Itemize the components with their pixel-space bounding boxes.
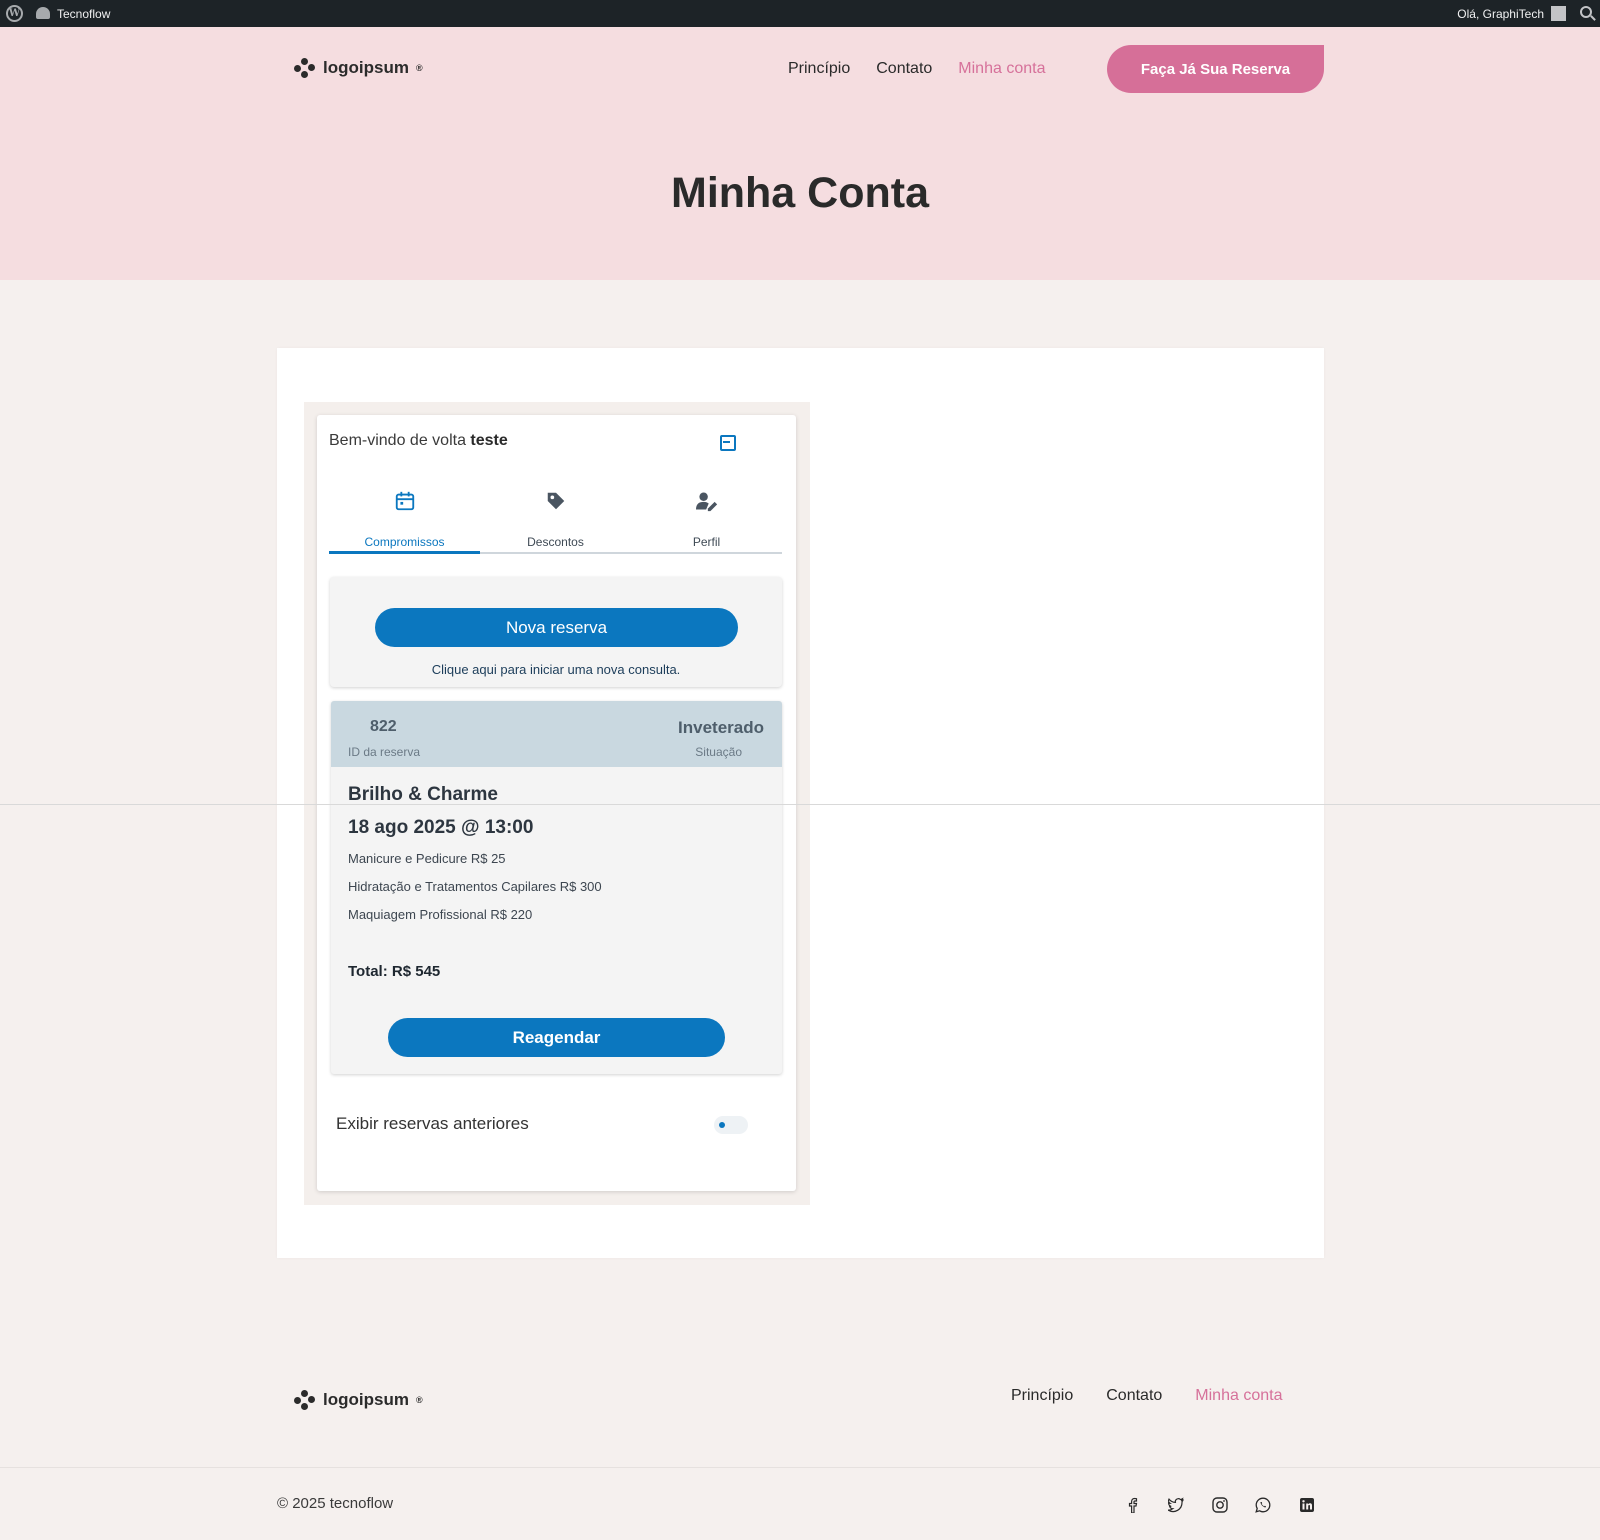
tag-icon: [547, 492, 564, 510]
new-booking-button[interactable]: Nova reserva: [375, 608, 738, 647]
tab-label: Perfil: [692, 535, 721, 549]
user-avatar-icon[interactable]: [1551, 6, 1566, 21]
logo-text: logoipsum: [323, 1390, 409, 1409]
new-booking-box: Nova reserva Clique aqui para iniciar um…: [330, 577, 782, 687]
booking-cta-button[interactable]: Faça Já Sua Reserva: [1107, 45, 1324, 93]
facebook-icon[interactable]: [1125, 1497, 1141, 1513]
admin-site-name[interactable]: Tecnoflow: [57, 7, 110, 21]
tab-descontos[interactable]: Descontos: [480, 480, 631, 552]
footer-divider: [0, 1467, 1600, 1468]
reservation-card: 822 ID da reserva Inveterado Situação Br…: [331, 701, 782, 1074]
reservation-status-label: Situação: [695, 745, 742, 759]
main-nav: Princípio Contato Minha conta: [788, 60, 1045, 78]
logo-text: logoipsum: [323, 58, 409, 77]
logo-mark-icon: [294, 1389, 316, 1411]
divider-line: [0, 804, 1600, 805]
instagram-icon[interactable]: [1212, 1497, 1228, 1513]
nav-link-contato[interactable]: Contato: [876, 60, 932, 78]
new-booking-hint: Clique aqui para iniciar uma nova consul…: [431, 662, 681, 677]
footer-nav: Princípio Contato Minha conta: [1011, 1387, 1282, 1405]
reservation-datetime: 18 ago 2025 @ 13:00: [348, 817, 534, 838]
service-item: Hidratação e Tratamentos Capilares R$ 30…: [348, 879, 602, 894]
logo-registered-mark: ®: [415, 63, 423, 73]
page-title: Minha Conta: [671, 169, 929, 217]
admin-greeting[interactable]: Olá, GraphiTech: [1457, 7, 1544, 21]
footer-link-contato[interactable]: Contato: [1106, 1387, 1162, 1405]
hero-header: logoipsum ® Princípio Contato Minha conta…: [0, 27, 1600, 280]
welcome-message: Bem-vindo de volta teste: [329, 432, 508, 450]
service-item: Manicure e Pedicure R$ 25: [348, 851, 506, 866]
account-card: Bem-vindo de volta teste Compromissos De…: [317, 415, 796, 1191]
show-previous-label: Exibir reservas anteriores: [336, 1114, 529, 1133]
logout-icon[interactable]: [720, 435, 736, 451]
twitter-icon[interactable]: [1168, 1497, 1184, 1513]
total-label: Total:: [348, 963, 388, 980]
logo-registered-mark: ®: [415, 1395, 423, 1405]
wp-admin-bar: W Tecnoflow Olá, GraphiTech: [0, 0, 1600, 27]
whatsapp-icon[interactable]: [1255, 1497, 1271, 1513]
footer-logo[interactable]: logoipsum ®: [294, 1389, 423, 1411]
wordpress-logo-icon[interactable]: W: [6, 5, 23, 22]
tab-perfil[interactable]: Perfil: [631, 480, 782, 552]
reservation-status: Inveterado: [678, 718, 764, 737]
reservation-id-label: ID da reserva: [348, 745, 421, 759]
tab-label: Compromissos: [364, 535, 445, 549]
show-previous-toggle[interactable]: [714, 1116, 748, 1134]
nav-link-principio[interactable]: Princípio: [788, 60, 850, 78]
reservation-header: 822 ID da reserva Inveterado Situação: [331, 701, 782, 767]
search-icon[interactable]: [1580, 6, 1592, 18]
total-value: R$ 545: [391, 963, 441, 980]
tab-label: Descontos: [527, 535, 584, 549]
footer-link-principio[interactable]: Princípio: [1011, 1387, 1073, 1405]
reservation-total: Total: R$ 545: [348, 963, 440, 980]
account-tabs: Compromissos Descontos Perfil: [329, 480, 782, 554]
welcome-prefix: Bem-vindo de volta: [329, 432, 466, 449]
copyright: © 2025 tecnoflow: [277, 1495, 394, 1512]
salon-name: Brilho & Charme: [348, 784, 498, 805]
reservation-id: 822: [370, 718, 397, 735]
linkedin-icon[interactable]: [1299, 1497, 1315, 1513]
site-logo[interactable]: logoipsum ®: [294, 57, 423, 79]
service-item: Maquiagem Profissional R$ 220: [348, 907, 533, 922]
user-edit-icon: [695, 492, 717, 512]
logo-mark-icon: [294, 57, 316, 79]
footer-link-minha-conta[interactable]: Minha conta: [1195, 1387, 1282, 1405]
username: teste: [470, 432, 508, 449]
reschedule-button[interactable]: Reagendar: [388, 1018, 725, 1057]
tab-compromissos[interactable]: Compromissos: [329, 480, 480, 554]
dashboard-icon[interactable]: [36, 7, 50, 19]
nav-link-minha-conta[interactable]: Minha conta: [958, 60, 1045, 78]
calendar-icon: [395, 491, 414, 511]
